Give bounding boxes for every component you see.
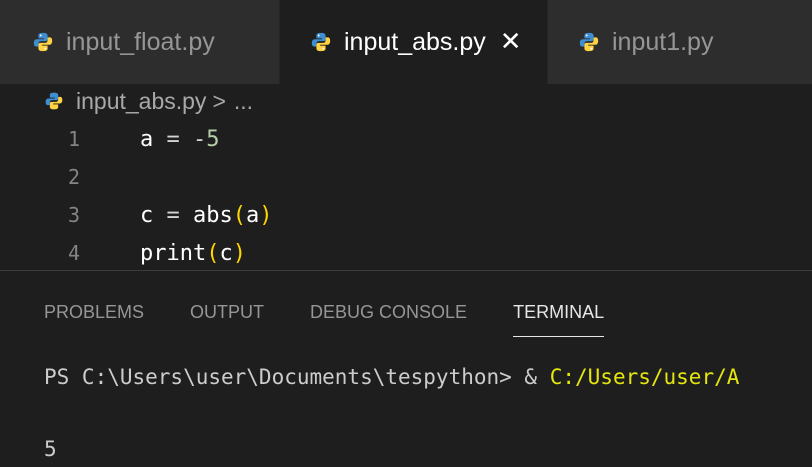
code-token: a — [140, 126, 154, 152]
breadcrumb-file[interactable]: input_abs.py — [76, 88, 206, 115]
line-number: 3 — [67, 203, 80, 227]
line-content: print(c) — [96, 241, 246, 266]
panel-tab-bar: PROBLEMS OUTPUT DEBUG CONSOLE TERMINAL — [44, 293, 650, 337]
line-number: 2 — [67, 165, 80, 189]
code-line: 2 — [0, 158, 812, 196]
code-line: 1 a = -5 — [0, 120, 812, 158]
code-token: print — [140, 240, 207, 266]
line-content: a = -5 — [96, 127, 219, 152]
terminal-command-path: C:/Users/user/A — [549, 365, 740, 389]
terminal-output[interactable]: PS C:\Users\user\Documents\tespython> & … — [44, 359, 812, 467]
code-token: 5 — [206, 126, 220, 152]
breadcrumb-separator: > — [212, 87, 226, 114]
python-file-icon — [579, 32, 599, 52]
python-file-icon — [311, 32, 331, 52]
python-file-icon — [33, 32, 53, 52]
terminal-command-line: PS C:\Users\user\Documents\tespython> & … — [44, 359, 812, 395]
tab-problems[interactable]: PROBLEMS — [44, 293, 144, 331]
breadcrumb: input_abs.py > ... — [44, 86, 253, 116]
breadcrumb-symbols[interactable]: ... — [234, 88, 253, 115]
tab-terminal[interactable]: TERMINAL — [513, 293, 605, 337]
bottom-panel: PROBLEMS OUTPUT DEBUG CONSOLE TERMINAL P… — [0, 270, 812, 464]
tab-input-float[interactable]: input_float.py — [0, 0, 280, 84]
code-token: abs — [193, 202, 233, 228]
code-token: = - — [153, 126, 207, 152]
code-token: ( — [232, 202, 246, 228]
tab-label: input1.py — [612, 27, 714, 56]
tab-label: input_abs.py — [344, 27, 486, 56]
code-line: 4 print(c) — [0, 234, 812, 272]
line-number: 1 — [67, 127, 80, 151]
code-token: ) — [232, 240, 246, 266]
line-content: c = abs(a) — [96, 203, 273, 228]
code-token: ) — [259, 202, 273, 228]
tab-debug-console[interactable]: DEBUG CONSOLE — [310, 293, 467, 331]
tab-label: input_float.py — [66, 27, 215, 56]
python-file-icon — [45, 92, 63, 110]
code-line: 3 c = abs(a) — [0, 196, 812, 234]
code-token: c — [219, 240, 233, 266]
close-icon[interactable]: ✕ — [500, 29, 522, 55]
editor-tab-bar: input_float.py input_abs.py ✕ input1.py — [0, 0, 812, 84]
code-token: c — [140, 202, 154, 228]
code-token: a — [246, 202, 260, 228]
tab-output[interactable]: OUTPUT — [190, 293, 264, 331]
code-token: = — [153, 202, 193, 228]
terminal-prompt: PS C:\Users\user\Documents\tespython> & — [44, 365, 550, 389]
tab-input1[interactable]: input1.py — [548, 0, 812, 84]
tab-input-abs[interactable]: input_abs.py ✕ — [280, 0, 548, 84]
terminal-result: 5 — [44, 437, 57, 461]
code-token: ( — [206, 240, 220, 266]
code-editor[interactable]: 1 a = -5 2 3 c = abs(a) 4 print(c) — [0, 120, 812, 270]
line-number: 4 — [67, 241, 80, 265]
